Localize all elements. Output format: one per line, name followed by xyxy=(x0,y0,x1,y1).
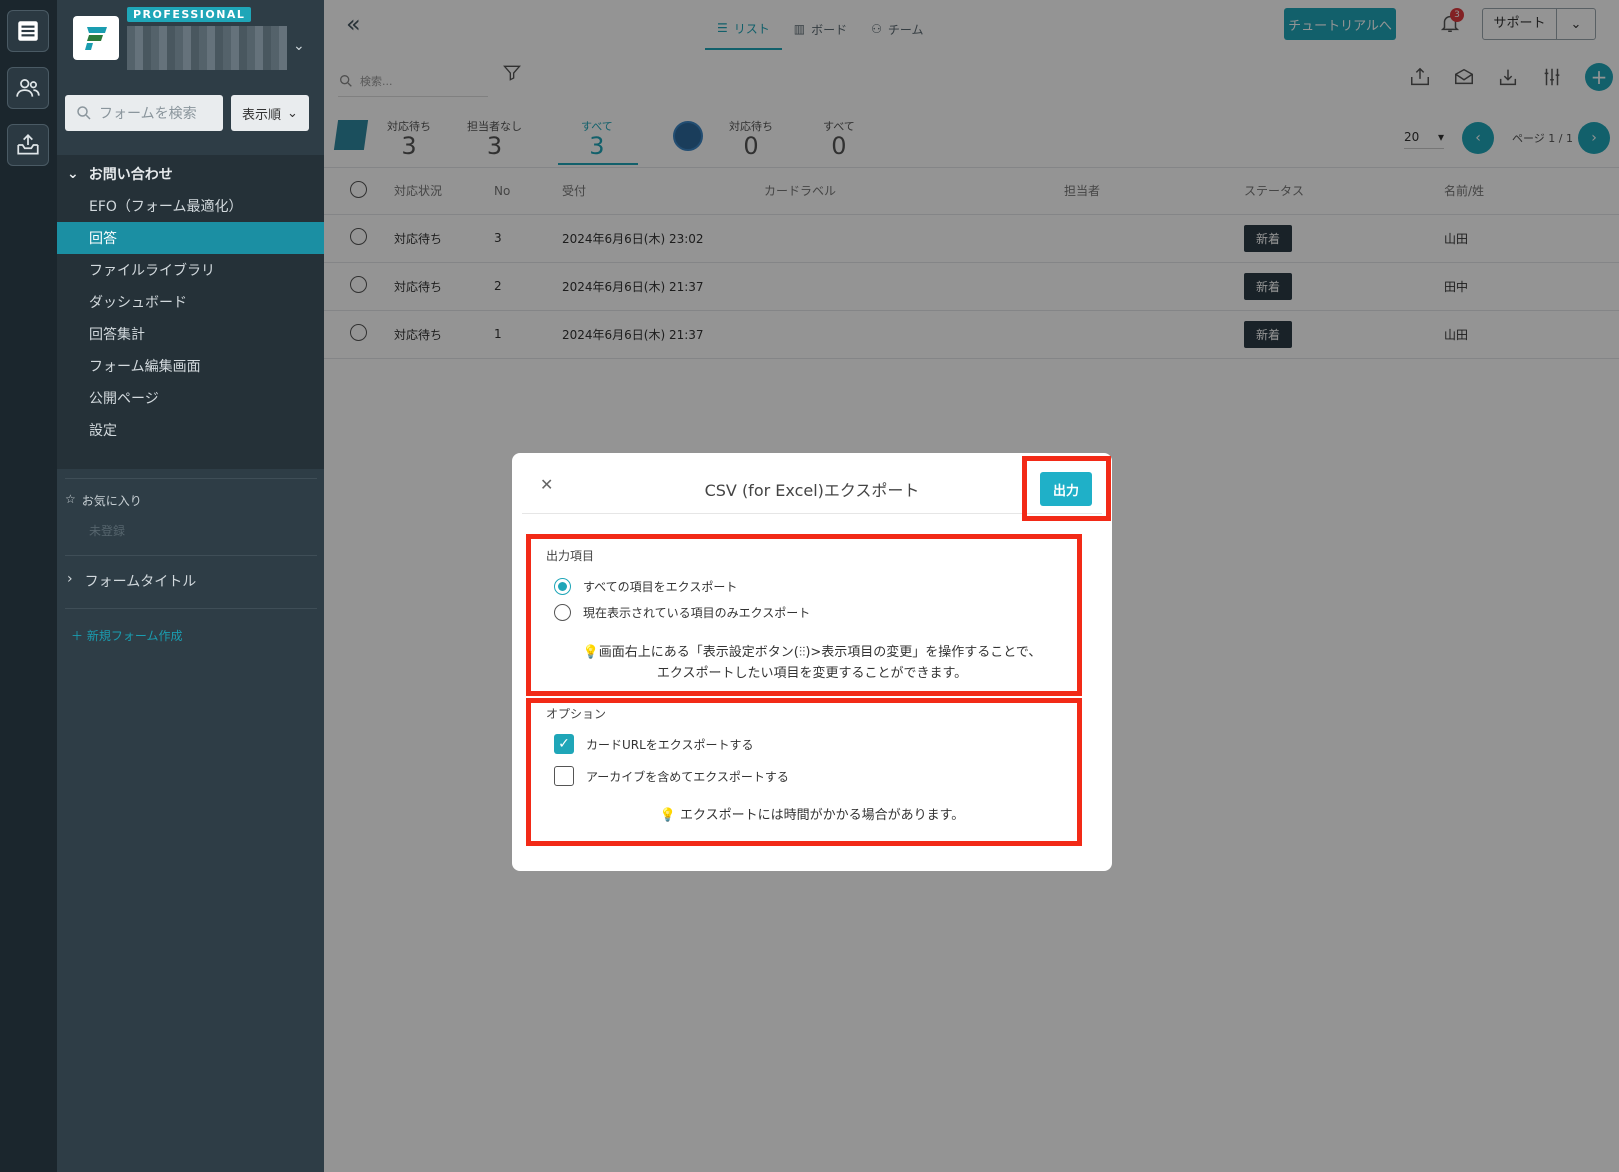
dialog-title: CSV (for Excel)エクスポート xyxy=(704,481,920,500)
sidebar-item-file-library[interactable]: ファイルライブラリ xyxy=(57,254,324,286)
favorites-empty: 未登録 xyxy=(89,524,126,538)
divider xyxy=(65,555,317,556)
users-icon[interactable] xyxy=(7,67,49,109)
form-search-input[interactable]: フォームを検索 xyxy=(65,95,223,131)
highlight-output-button xyxy=(1022,456,1111,521)
sidebar-item-aggregation[interactable]: 回答集計 xyxy=(57,318,324,350)
form-group-header[interactable]: ⌄ お問い合わせ xyxy=(67,164,173,184)
workspace-header[interactable]: PROFESSIONAL ⌄ xyxy=(57,0,324,78)
sidebar-item-responses[interactable]: 回答 xyxy=(57,222,324,254)
favorites-header: ☆ お気に入り xyxy=(65,492,142,508)
sidebar-item-dashboard[interactable]: ダッシュボード xyxy=(57,286,324,318)
new-form-link[interactable]: ＋ 新規フォーム作成 xyxy=(71,627,182,644)
sidebar: PROFESSIONAL ⌄ フォームを検索 表示順 ⌄ ⌄ お問い合わせ EFO… xyxy=(57,0,324,1172)
sidebar-item-form-editor[interactable]: フォーム編集画面 xyxy=(57,350,324,382)
form-title-item[interactable]: › フォームタイトル xyxy=(67,571,196,591)
sort-dropdown[interactable]: 表示順 ⌄ xyxy=(231,95,309,131)
sidebar-item-settings[interactable]: 設定 xyxy=(57,414,324,446)
chevron-down-icon: ⌄ xyxy=(67,166,79,182)
highlight-options xyxy=(526,698,1082,846)
plan-badge: PROFESSIONAL xyxy=(127,7,252,22)
divider xyxy=(65,478,317,479)
form-list-icon[interactable] xyxy=(7,10,49,52)
inbox-export-icon[interactable] xyxy=(7,124,49,166)
sidebar-item-public-page[interactable]: 公開ページ xyxy=(57,382,324,414)
app-logo xyxy=(73,16,119,60)
highlight-output-items xyxy=(526,534,1082,696)
divider xyxy=(522,513,1102,514)
close-icon[interactable]: ✕ xyxy=(540,475,553,494)
app-rail xyxy=(0,0,57,1172)
chevron-right-icon: › xyxy=(67,571,73,587)
divider xyxy=(65,608,317,609)
chevron-down-icon: ⌄ xyxy=(287,105,298,121)
chevron-down-icon[interactable]: ⌄ xyxy=(293,38,305,54)
search-icon xyxy=(77,106,91,120)
star-icon: ☆ xyxy=(65,492,76,506)
sidebar-item-efo[interactable]: EFO（フォーム最適化） xyxy=(57,190,324,222)
workspace-name-blurred xyxy=(127,26,287,70)
